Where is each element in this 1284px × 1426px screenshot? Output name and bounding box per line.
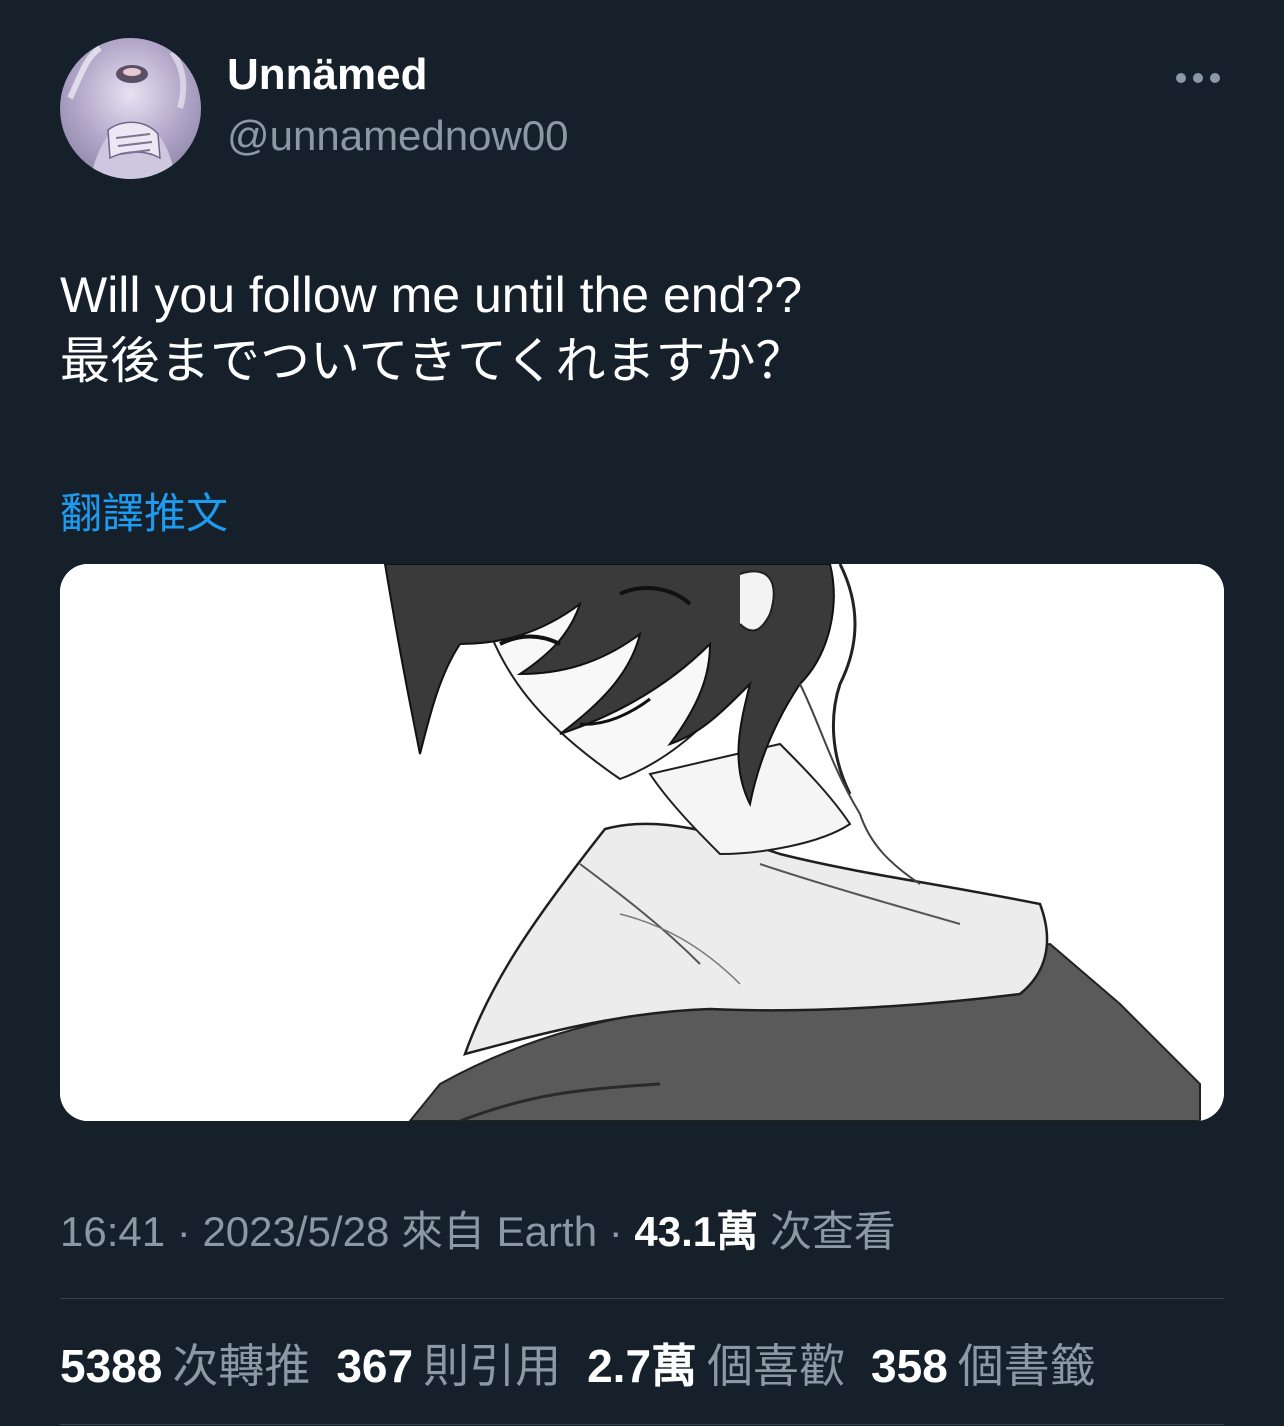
tweet-text: Will you follow me until the end?? 最後までつ…: [60, 262, 1220, 394]
likes-label: 個喜歡: [707, 1340, 846, 1392]
divider: [60, 1298, 1224, 1299]
tweet-detail: Unnämed @unnamednow00 Will you follow me…: [0, 0, 1284, 1426]
likes-count: 2.7萬: [587, 1340, 698, 1392]
tweet-time[interactable]: 16:41: [60, 1208, 165, 1255]
meta-separator: ·: [608, 1208, 623, 1255]
tweet-media-image[interactable]: [60, 564, 1224, 1121]
bookmarks-count: 358: [871, 1340, 948, 1392]
quotes-count: 367: [336, 1340, 414, 1392]
bookmarks-stat[interactable]: 358 個書籤: [871, 1330, 1096, 1396]
tweet-meta: 16:41 · 2023/5/28 來自 Earth · 43.1萬 次查看: [60, 1198, 896, 1259]
quotes-stat[interactable]: 367 則引用: [336, 1330, 561, 1396]
more-options-button[interactable]: [1168, 56, 1228, 100]
divider: [60, 1424, 1224, 1425]
source-prefix: 來自: [400, 1208, 485, 1255]
avatar[interactable]: [60, 38, 201, 179]
meta-separator: ·: [176, 1208, 191, 1255]
quotes-label: 則引用: [423, 1340, 562, 1392]
translate-tweet-link[interactable]: 翻譯推文: [60, 480, 228, 541]
tweet-text-line-english: Will you follow me until the end??: [60, 267, 803, 323]
views-label: 次查看: [769, 1208, 896, 1255]
views-count[interactable]: 43.1萬: [634, 1208, 758, 1255]
retweets-stat[interactable]: 5388 次轉推: [60, 1330, 310, 1396]
author-display-name[interactable]: Unnämed: [227, 50, 427, 100]
tweet-text-line-japanese: 最後までついてきてくれますか？: [60, 333, 806, 389]
tweet-date[interactable]: 2023/5/28: [202, 1208, 389, 1255]
more-horizontal-icon: [1176, 73, 1220, 83]
bookmarks-label: 個書籤: [957, 1340, 1096, 1392]
engagement-stats: 5388 次轉推 367 則引用 2.7萬 個喜歡 358 個書籤: [60, 1330, 1096, 1396]
retweets-count: 5388: [60, 1340, 163, 1392]
author-handle[interactable]: @unnamednow00: [227, 112, 569, 160]
retweets-label: 次轉推: [172, 1340, 311, 1392]
tweet-source: Earth: [496, 1208, 598, 1255]
likes-stat[interactable]: 2.7萬 個喜歡: [587, 1330, 845, 1396]
